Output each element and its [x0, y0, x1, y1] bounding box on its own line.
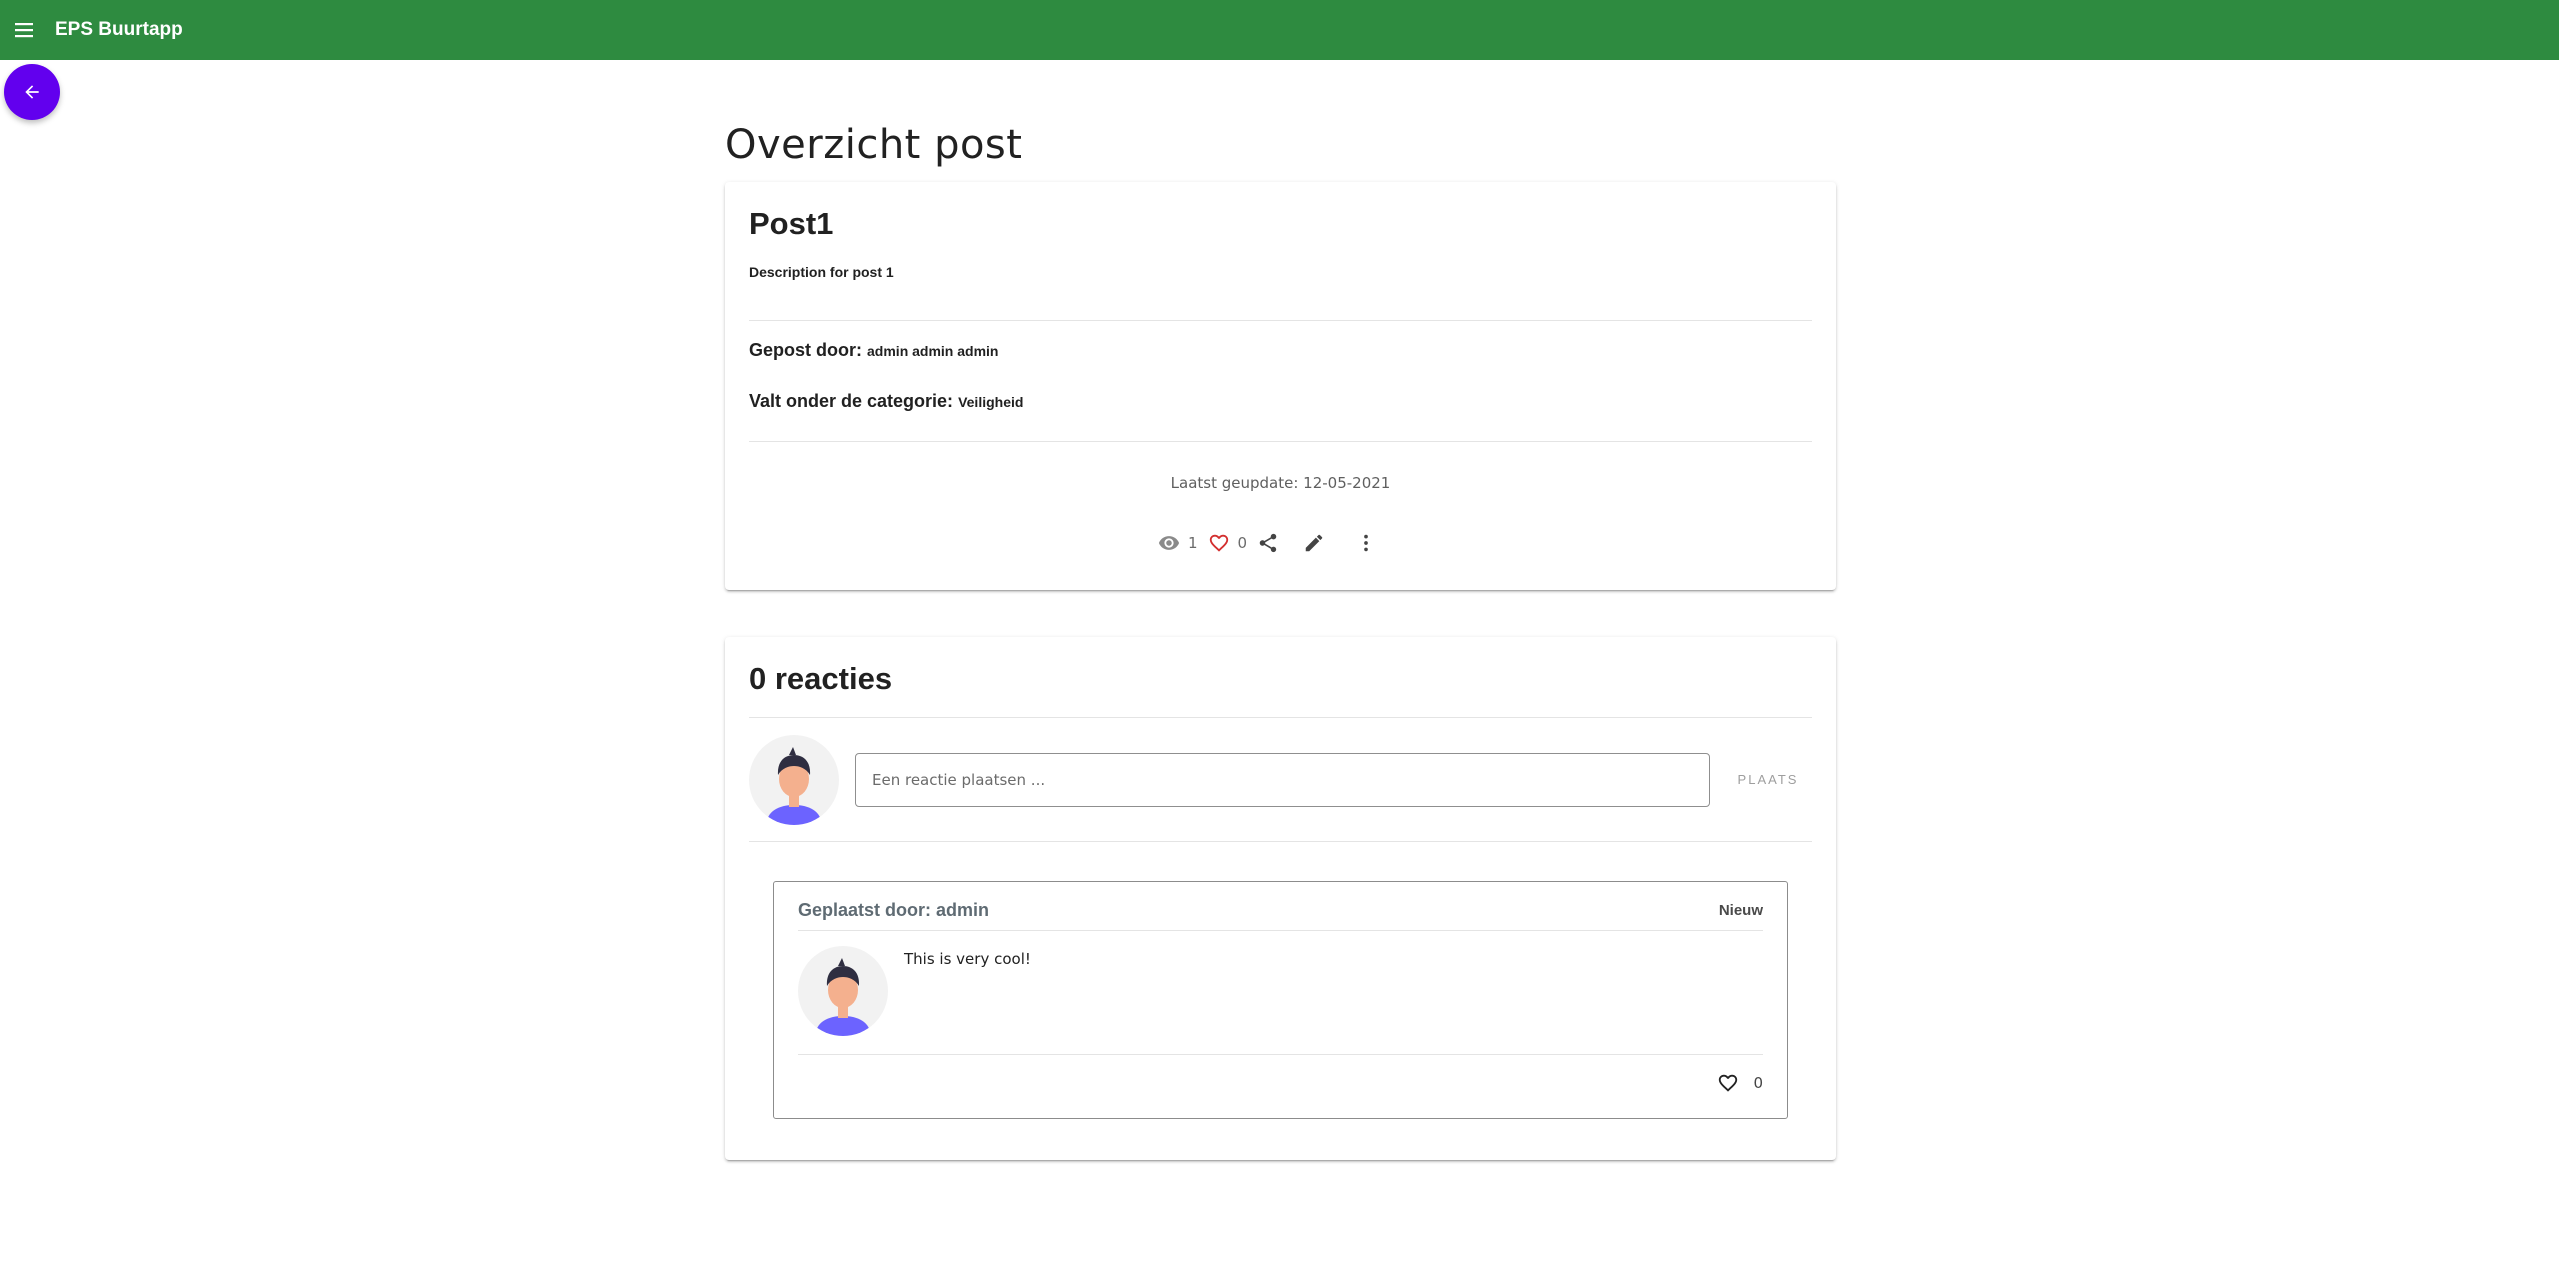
- post-title: Post1: [749, 206, 834, 241]
- edit-button[interactable]: [1303, 532, 1325, 554]
- comment-like-button[interactable]: [1717, 1072, 1739, 1094]
- heart-outline-icon: [1719, 1074, 1738, 1092]
- category-value: Veiligheid: [958, 394, 1024, 410]
- divider: [749, 717, 1812, 718]
- last-updated: Laatst geupdate: 12-05-2021: [1170, 474, 1391, 492]
- category: Valt onder de categorie: Veiligheid: [749, 391, 1023, 412]
- arrow-back-icon: [25, 85, 39, 99]
- post-description: Description for post 1: [749, 264, 894, 280]
- views: 1: [1158, 532, 1208, 554]
- posted-by-label: Gepost door:: [749, 340, 862, 360]
- eye-icon: [1158, 536, 1180, 550]
- comment-new-badge: Nieuw: [1718, 902, 1763, 919]
- divider: [798, 1054, 1763, 1055]
- category-label: Valt onder de categorie:: [749, 391, 954, 411]
- like-button[interactable]: [1208, 532, 1230, 554]
- comments-title: 0 reacties: [749, 661, 893, 696]
- divider: [749, 841, 1812, 842]
- app-bar: EPS Buurtapp: [0, 0, 2559, 60]
- avatar: [749, 735, 839, 825]
- comment-input[interactable]: [855, 753, 1710, 807]
- views-count: 1: [1188, 534, 1198, 552]
- comment-text: This is very cool!: [904, 950, 1031, 968]
- back-button[interactable]: [4, 64, 60, 120]
- posted-by-value: admin admin admin: [867, 343, 999, 359]
- likes: 0: [1208, 532, 1258, 554]
- comment-likes-count: 0: [1753, 1074, 1763, 1092]
- user-avatar-icon: [766, 747, 822, 825]
- comment-likes: 0: [1717, 1072, 1763, 1094]
- divider: [749, 320, 1812, 321]
- share-button[interactable]: [1257, 532, 1279, 554]
- share-icon: [1259, 533, 1277, 553]
- menu-icon: [15, 23, 33, 38]
- user-avatar-icon: [815, 958, 871, 1036]
- submit-comment-button[interactable]: PLAATS: [1725, 761, 1811, 797]
- more-vert-icon: [1364, 534, 1368, 552]
- heart-icon: [1209, 534, 1228, 552]
- posted-by: Gepost door: admin admin admin: [749, 340, 998, 361]
- comment-item: Geplaatst door: admin Nieuw This is very…: [773, 881, 1788, 1119]
- menu-button[interactable]: [0, 0, 48, 60]
- likes-count: 0: [1237, 534, 1248, 552]
- page-title: Overzicht post: [725, 122, 1023, 168]
- app-title: EPS Buurtapp: [55, 19, 183, 40]
- post-actions: 1 0: [1158, 528, 1377, 558]
- more-options-button[interactable]: [1355, 532, 1377, 554]
- divider: [749, 441, 1812, 442]
- edit-icon: [1305, 534, 1323, 552]
- comment-author: Geplaatst door: admin: [798, 900, 990, 920]
- comments-card: 0 reacties PLAATS Geplaatst door: admin …: [725, 637, 1836, 1160]
- comment-avatar: [798, 946, 888, 1036]
- post-card: Post1 Description for post 1 Gepost door…: [725, 182, 1836, 590]
- divider: [798, 930, 1763, 931]
